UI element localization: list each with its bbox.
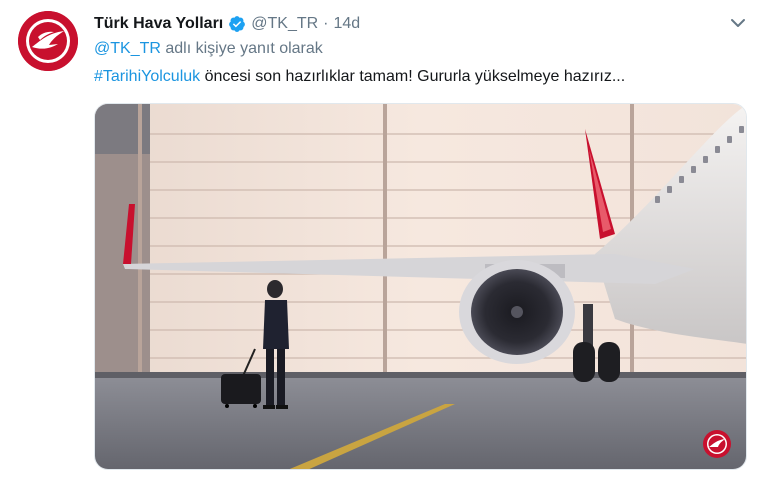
reply-to-handle[interactable]: @TK_TR (94, 40, 161, 57)
verified-badge-icon (228, 15, 246, 33)
tweet-text: öncesi son hazırlıklar tamam! Gururla yü… (204, 68, 626, 85)
reply-context-text: adlı kişiye yanıt olarak (165, 40, 323, 57)
tweet-media-photo[interactable] (94, 103, 747, 470)
reply-context: @TK_TR adlı kişiye yanıt olarak (94, 40, 323, 58)
turkish-airlines-logo-icon (18, 11, 78, 71)
hangar-floor (95, 374, 746, 469)
avatar[interactable] (18, 11, 78, 71)
hashtag-link[interactable]: #TarihiYolculuk (94, 68, 200, 85)
tweet[interactable]: Türk Hava Yolları @TK_TR · 14d @TK_TR ad… (0, 0, 770, 478)
chevron-down-icon[interactable] (728, 14, 748, 32)
separator-dot: · (323, 15, 329, 32)
turkish-airlines-watermark-icon (703, 430, 731, 458)
account-handle[interactable]: @TK_TR (251, 15, 318, 33)
display-name[interactable]: Türk Hava Yolları (94, 15, 223, 33)
tweet-body: #TarihiYolculuk öncesi son hazırlıklar t… (94, 68, 625, 86)
tweet-header: Türk Hava Yolları @TK_TR · 14d (94, 13, 360, 35)
timestamp[interactable]: 14d (334, 15, 361, 33)
